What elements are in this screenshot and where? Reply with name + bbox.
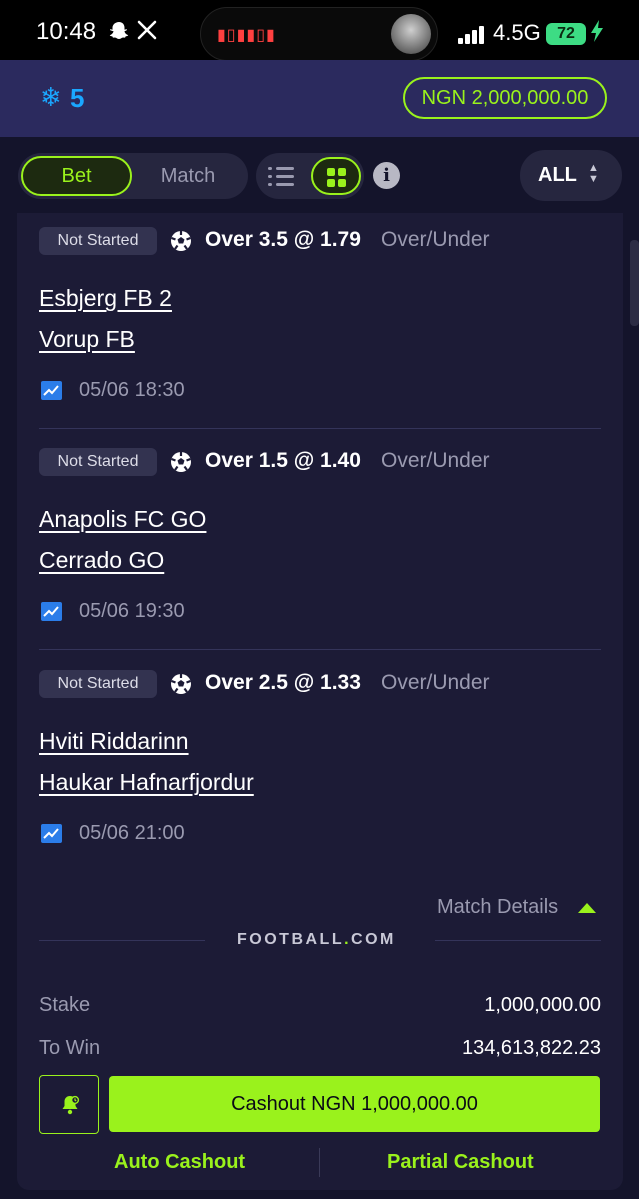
battery-indicator: 72 xyxy=(546,23,586,45)
away-team-link[interactable]: Cerrado GO xyxy=(39,547,164,574)
audio-wave-icon: ▮▯▮▮▯▮ xyxy=(217,27,276,44)
caret-up-icon[interactable] xyxy=(578,903,596,913)
avatar xyxy=(391,14,431,54)
signal-icon xyxy=(458,24,486,44)
market-label: Over/Under xyxy=(381,671,490,694)
stats-chart-icon[interactable] xyxy=(41,824,62,843)
scrollbar[interactable] xyxy=(630,240,639,326)
football-icon xyxy=(170,230,192,252)
info-icon[interactable]: i xyxy=(373,162,400,189)
snapchat-icon xyxy=(108,20,130,48)
filter-label: ALL xyxy=(538,164,577,186)
divider xyxy=(39,428,601,429)
stats-chart-icon[interactable] xyxy=(41,381,62,400)
market-label: Over/Under xyxy=(381,449,490,472)
home-team-link[interactable]: Anapolis FC GO xyxy=(39,506,206,533)
home-team-link[interactable]: Hviti Riddarinn xyxy=(39,728,189,755)
status-badge: Not Started xyxy=(39,448,157,476)
bell-icon xyxy=(62,1095,80,1115)
kickoff-time: 05/06 18:30 xyxy=(79,379,185,401)
away-team-link[interactable]: Vorup FB xyxy=(39,326,135,353)
partial-cashout-button[interactable]: Partial Cashout xyxy=(387,1151,534,1174)
clock: 10:48 xyxy=(36,18,97,45)
match-details-toggle[interactable]: Match Details xyxy=(437,896,558,919)
kickoff-time: 05/06 21:00 xyxy=(79,822,185,844)
tab-bet[interactable]: Bet xyxy=(21,156,132,196)
bet-slip-card: Not Started Over 3.5 @ 1.79 Over/Under E… xyxy=(17,213,623,1190)
football-icon xyxy=(170,673,192,695)
to-win-value: 134,613,822.23 xyxy=(461,1037,601,1059)
divider xyxy=(435,940,601,941)
app-header: ❄ 5 NGN 2,000,000.00 xyxy=(0,60,639,137)
freeze-count[interactable]: 5 xyxy=(70,83,84,114)
dynamic-island[interactable]: ▮▯▮▮▯▮ xyxy=(200,7,438,61)
bet-match-switch: Bet Match xyxy=(18,153,248,199)
cashout-alert-button[interactable] xyxy=(39,1075,99,1134)
to-win-label: To Win xyxy=(39,1037,101,1059)
pick-label: Over 1.5 @ 1.40 xyxy=(205,449,361,472)
pick-label: Over 2.5 @ 1.33 xyxy=(205,671,361,694)
cashout-button[interactable]: Cashout NGN 1,000,000.00 xyxy=(109,1076,600,1132)
stats-chart-icon[interactable] xyxy=(41,602,62,621)
status-badge: Not Started xyxy=(39,227,157,255)
x-icon xyxy=(137,20,157,46)
divider xyxy=(39,649,601,650)
view-toggle xyxy=(256,153,364,199)
away-team-link[interactable]: Haukar Hafnarfjordur xyxy=(39,769,254,796)
market-label: Over/Under xyxy=(381,228,490,251)
balance-pill[interactable]: NGN 2,000,000.00 xyxy=(403,77,607,119)
status-badge: Not Started xyxy=(39,670,157,698)
brand-logo: FOOTBALL.COM xyxy=(237,931,396,948)
divider xyxy=(39,940,205,941)
grid-view-icon[interactable] xyxy=(311,157,361,195)
divider xyxy=(319,1148,320,1177)
home-team-link[interactable]: Esbjerg FB 2 xyxy=(39,285,172,312)
tab-match[interactable]: Match xyxy=(138,156,238,196)
status-bar: 10:48 ▮▯▮▮▯▮ 4.5G 72 xyxy=(0,0,639,61)
pick-label: Over 3.5 @ 1.79 xyxy=(205,228,361,251)
network-type: 4.5G xyxy=(493,20,541,45)
list-view-icon[interactable] xyxy=(268,164,298,188)
auto-cashout-button[interactable]: Auto Cashout xyxy=(114,1151,245,1174)
sort-arrows-icon: ▲ ▼ xyxy=(588,162,599,185)
kickoff-time: 05/06 19:30 xyxy=(79,600,185,622)
snowflake-icon[interactable]: ❄ xyxy=(40,82,62,113)
stake-label: Stake xyxy=(39,994,91,1016)
charging-icon xyxy=(590,20,604,48)
filter-select[interactable]: ALL ▲ ▼ xyxy=(520,150,622,201)
stake-value: 1,000,000.00 xyxy=(484,994,601,1016)
football-icon xyxy=(170,451,192,473)
